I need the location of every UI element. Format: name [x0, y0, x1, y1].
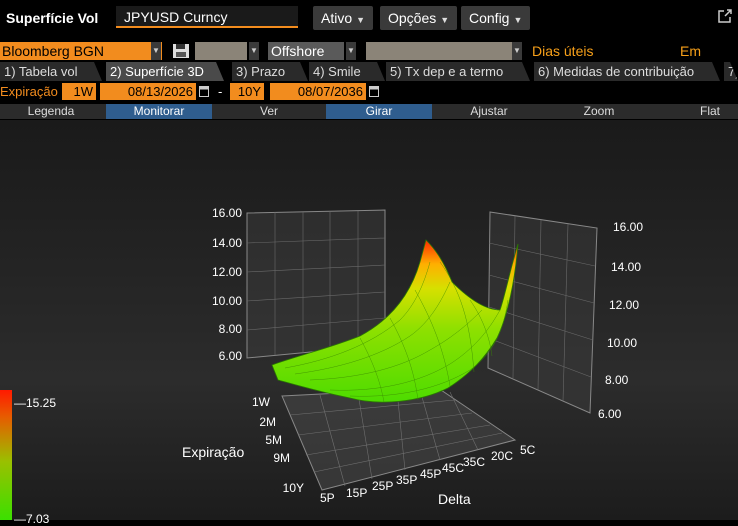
legend-max-label: —15.25 [14, 396, 57, 410]
delta-tick: 35P [396, 473, 417, 487]
delta-tick: 20C [491, 449, 513, 463]
legend-min-value: 7.03 [26, 512, 50, 526]
delta-tick: 5C [520, 443, 536, 457]
delta-tick: 35C [463, 455, 485, 469]
delta-tick: 5P [320, 491, 335, 505]
vol-surface-chart[interactable]: 16.00 14.00 12.00 10.00 8.00 6.00 16.00 … [0, 0, 738, 520]
right-tick: 6.00 [598, 407, 622, 421]
color-legend-bar [0, 390, 12, 520]
left-tick: 12.00 [212, 265, 242, 279]
expiry-tick: 5M [265, 433, 282, 447]
legend-max-value: 15.25 [26, 396, 57, 410]
delta-axis-label: Delta [438, 491, 471, 507]
delta-tick: 45C [442, 461, 464, 475]
delta-tick: 15P [346, 486, 367, 500]
right-tick: 10.00 [607, 336, 637, 350]
right-tick: 14.00 [611, 260, 641, 274]
left-axis: 16.00 14.00 12.00 10.00 8.00 6.00 [212, 206, 242, 363]
expiry-tick: 1W [252, 395, 271, 409]
right-tick: 12.00 [609, 298, 639, 312]
left-tick: 10.00 [212, 294, 242, 308]
right-tick: 8.00 [605, 373, 629, 387]
expiry-axis-label: Expiração [182, 444, 244, 460]
right-tick: 16.00 [613, 220, 643, 234]
expiry-tick: 9M [273, 451, 290, 465]
delta-tick: 45P [420, 467, 441, 481]
legend-min-label: —7.03 [14, 512, 50, 526]
left-tick: 14.00 [212, 236, 242, 250]
left-tick: 8.00 [219, 322, 243, 336]
right-axis: 16.00 14.00 12.00 10.00 8.00 6.00 [598, 220, 643, 421]
left-tick: 6.00 [219, 349, 243, 363]
left-tick: 16.00 [212, 206, 242, 220]
delta-tick: 25P [372, 479, 393, 493]
expiry-tick: 10Y [283, 481, 304, 495]
expiry-tick: 2M [259, 415, 276, 429]
